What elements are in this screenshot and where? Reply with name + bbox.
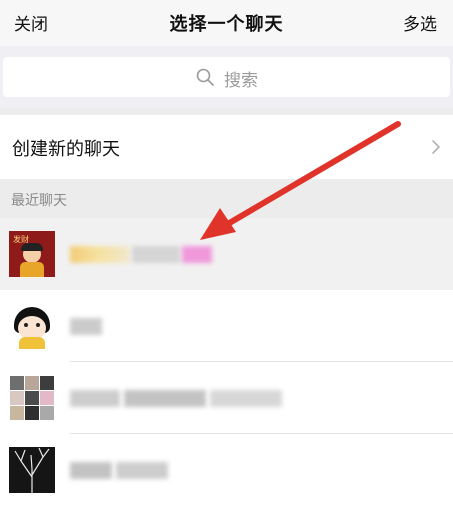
nav-bar: 关闭 选择一个聊天 多选 (0, 0, 453, 46)
chat-name-redacted (210, 390, 282, 407)
chat-name-redacted (182, 246, 212, 263)
recent-chat-item[interactable] (0, 362, 453, 434)
search-section: 搜索 (0, 46, 453, 108)
create-new-chat-row[interactable]: 创建新的聊天 (0, 115, 453, 179)
recent-chat-item[interactable]: 发财 (0, 218, 453, 290)
chevron-right-icon (432, 140, 440, 154)
photo-grid-avatar (9, 375, 55, 421)
chat-name-redacted (132, 246, 180, 263)
cartoon-face-avatar (9, 303, 55, 349)
chat-name-redacted (70, 390, 120, 407)
create-new-chat-label: 创建新的聊天 (12, 139, 120, 160)
recent-chats-label: 最近聊天 (11, 193, 67, 209)
search-input[interactable]: 搜索 (3, 57, 450, 97)
tree-icon (14, 447, 50, 493)
chat-name-redacted (70, 318, 102, 335)
recent-chats-header: 最近聊天 (0, 182, 453, 218)
recent-chat-item[interactable] (0, 290, 453, 362)
multiselect-button[interactable]: 多选 (403, 10, 437, 35)
chat-name-redacted (70, 246, 130, 263)
chat-name-redacted (124, 390, 206, 407)
red-poster-avatar: 发财 (9, 231, 55, 277)
search-placeholder: 搜索 (224, 71, 258, 91)
page-title: 选择一个聊天 (169, 14, 284, 35)
chat-name-redacted (70, 462, 112, 479)
search-icon (196, 68, 214, 86)
recent-chat-item[interactable] (0, 434, 453, 506)
dark-tree-avatar (9, 447, 55, 493)
chat-name-redacted (116, 462, 168, 479)
